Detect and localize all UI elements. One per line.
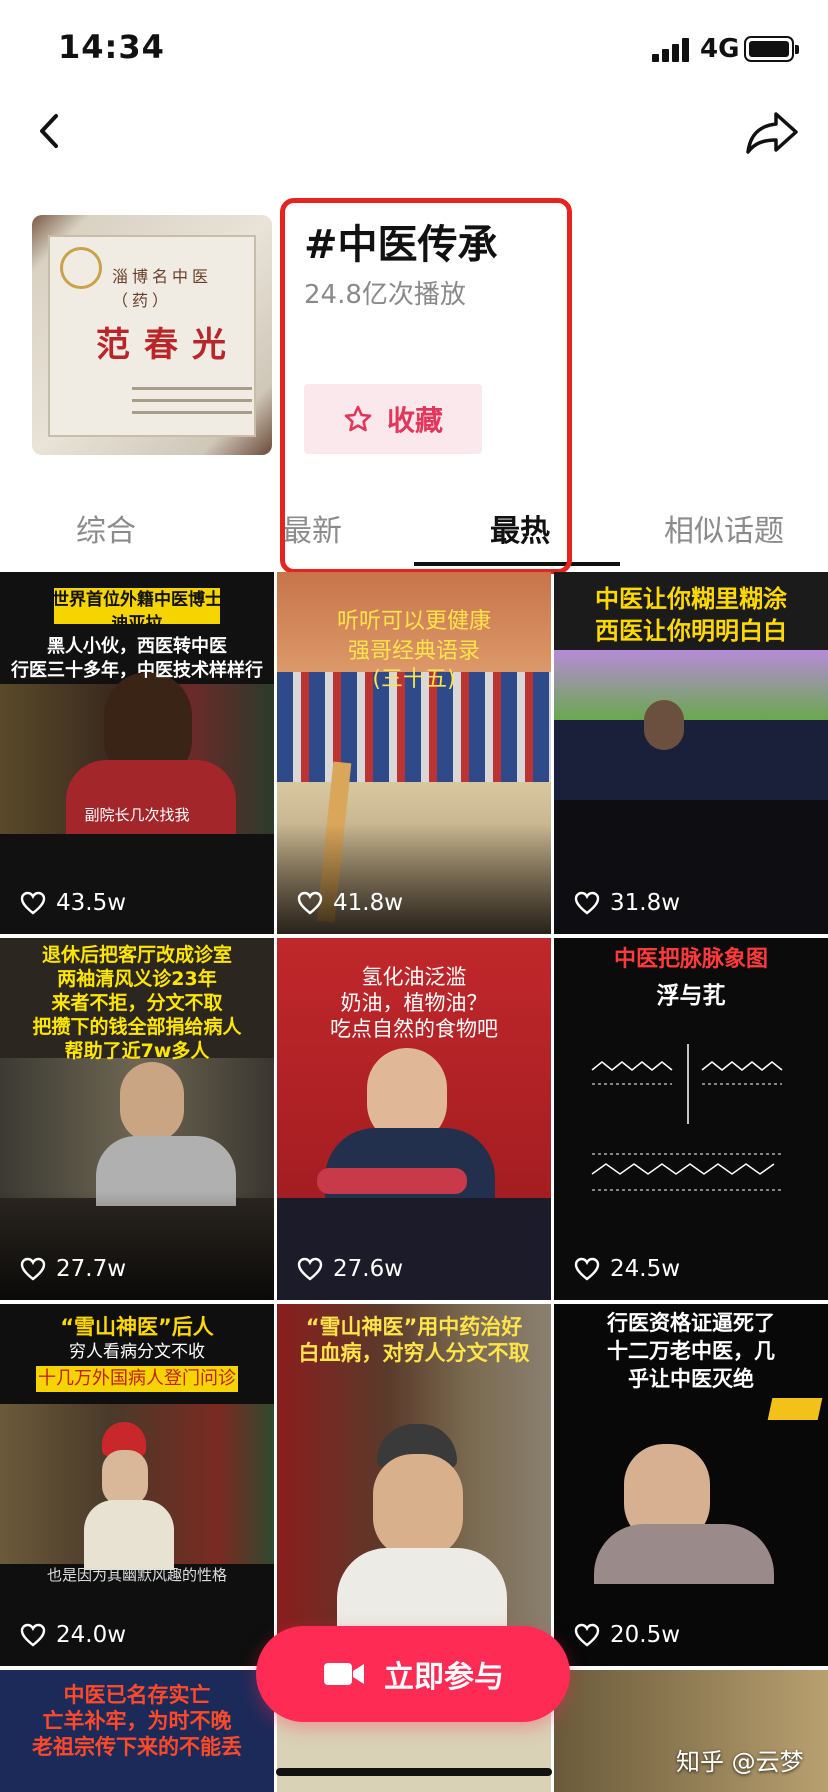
video-caption: 强哥经典语录	[347, 639, 480, 664]
video-caption: 黑人小伙，西医转中医	[47, 636, 227, 657]
like-count: 27.7w	[20, 1256, 126, 1282]
video-subtitle: 也是因为其幽默风趣的性格	[46, 1566, 227, 1584]
video-caption: 退休后把客厅改成诊室	[41, 944, 232, 966]
video-subtitle: 副院长几次找我	[84, 806, 190, 824]
video-caption: “雪山神医”用中药治好	[305, 1315, 523, 1339]
like-count-text: 24.5w	[610, 1256, 681, 1282]
status-bar: 14:34 4G	[0, 0, 828, 100]
video-card[interactable]: 退休后把客厅改成诊室 两袖清风义诊23年 来者不拒，分文不取 把攒下的钱全部捐给…	[0, 938, 274, 1300]
cover-org-text: 淄博名中医（药）	[112, 267, 213, 310]
share-icon	[746, 112, 798, 154]
heart-icon	[20, 1623, 46, 1647]
video-card[interactable]: 行医资格证逼死了 十二万老中医，几 乎让中医灭绝 20.5w	[554, 1304, 828, 1666]
like-count: 43.5w	[20, 890, 126, 916]
network-label: 4G	[700, 34, 740, 64]
heart-icon	[297, 891, 323, 915]
like-count-text: 43.5w	[56, 890, 127, 916]
like-count-text: 27.6w	[333, 1256, 404, 1282]
video-caption: 中医已名存实亡	[63, 1683, 211, 1707]
video-card[interactable]: 中医让你糊里糊涂 西医让你明明白白 31.8w	[554, 572, 828, 934]
video-caption: 中医让你糊里糊涂	[595, 585, 787, 613]
heart-icon	[20, 1257, 46, 1281]
watermark-text: 知乎 @云梦	[676, 1748, 804, 1776]
topic-cover-image: 淄博名中医（药） 范春光	[32, 215, 272, 455]
heart-icon	[574, 1623, 600, 1647]
video-card[interactable]: 听听可以更健康 强哥经典语录 (三十五) 41.8w	[277, 572, 551, 934]
heart-icon	[297, 1257, 323, 1281]
like-count-text: 24.0w	[56, 1622, 127, 1648]
video-card[interactable]: “雪山神医”用中药治好 白血病，对穷人分文不取	[277, 1304, 551, 1666]
tab-similar-topics[interactable]: 相似话题	[664, 506, 784, 550]
video-card[interactable]: 中医把脉脉象图 浮与芤 24.5w	[554, 938, 828, 1300]
video-caption: 帮助了近7w多人	[64, 1040, 210, 1062]
like-count: 24.5w	[574, 1256, 680, 1282]
like-count: 31.8w	[574, 890, 680, 916]
like-count-text: 20.5w	[610, 1622, 681, 1648]
video-caption: 把攒下的钱全部捐给病人	[32, 1016, 242, 1038]
video-caption: 穷人看病分文不收	[69, 1342, 205, 1362]
video-caption: 十二万老中医，几	[607, 1339, 775, 1363]
like-count-text: 31.8w	[610, 890, 681, 916]
video-caption: 行医资格证逼死了	[607, 1311, 775, 1335]
share-button[interactable]	[740, 100, 804, 160]
video-caption: 老祖宗传下来的不能丢	[32, 1735, 242, 1759]
video-caption: 乎让中医灭绝	[628, 1367, 754, 1391]
video-caption: 吃点自然的食物吧	[330, 1017, 498, 1041]
video-caption: 浮与芤	[656, 983, 726, 1009]
heart-icon	[20, 891, 46, 915]
video-caption: 白血病，对穷人分文不取	[298, 1341, 530, 1365]
like-count: 20.5w	[574, 1622, 680, 1648]
back-button[interactable]	[22, 100, 82, 160]
home-indicator	[276, 1768, 552, 1776]
heart-icon	[574, 1257, 600, 1281]
video-caption: 西医让你明明白白	[595, 617, 787, 645]
cover-name-text: 范春光	[96, 325, 240, 365]
like-count-text: 41.8w	[333, 890, 404, 916]
video-caption: 氢化油泛滥	[361, 965, 467, 989]
pulse-chart-illustration	[591, 1044, 783, 1191]
signal-icon	[652, 38, 692, 62]
like-count: 24.0w	[20, 1622, 126, 1648]
join-now-button[interactable]: 立即参与	[256, 1626, 570, 1722]
video-card[interactable]: 中医已名存实亡 亡羊补牢，为时不晚 老祖宗传下来的不能丢	[0, 1670, 274, 1792]
video-caption: 听听可以更健康	[336, 609, 491, 634]
like-count: 41.8w	[297, 890, 403, 916]
video-card[interactable]: 氢化油泛滥 奶油，植物油？ 吃点自然的食物吧 27.6w	[277, 938, 551, 1300]
video-card[interactable]: 世界首位外籍中医博士 迪亚拉 黑人小伙，西医转中医 行医三十多年，中医技术样样行…	[0, 572, 274, 934]
video-camera-icon	[324, 1663, 364, 1685]
like-count-text: 27.7w	[56, 1256, 127, 1282]
tab-comprehensive[interactable]: 综合	[76, 506, 136, 550]
heart-icon	[574, 891, 600, 915]
status-time: 14:34	[58, 28, 165, 66]
highlight-annotation-box	[280, 198, 572, 574]
battery-icon	[744, 36, 799, 62]
video-caption: 迪亚拉	[111, 614, 163, 634]
chevron-left-icon	[40, 114, 58, 148]
video-caption: 行医三十多年，中医技术样样行	[11, 660, 263, 681]
like-count: 27.6w	[297, 1256, 403, 1282]
video-caption: 奶油，植物油？	[340, 991, 488, 1015]
join-now-label: 立即参与	[384, 1660, 504, 1695]
video-caption: 亡羊补牢，为时不晚	[42, 1709, 232, 1733]
video-caption: 十几万外国病人登门问诊	[38, 1368, 236, 1389]
video-caption: 中医把脉脉象图	[613, 947, 768, 972]
video-card[interactable]: “雪山神医”后人 穷人看病分文不收 十几万外国病人登门问诊 也是因为其幽默风趣的…	[0, 1304, 274, 1666]
video-caption: (三十五)	[372, 667, 456, 692]
video-caption: “雪山神医”后人	[60, 1315, 214, 1339]
video-caption: 世界首位外籍中医博士	[52, 590, 222, 610]
video-caption: 来者不拒，分文不取	[51, 992, 223, 1014]
video-caption: 两袖清风义诊23年	[57, 968, 217, 990]
